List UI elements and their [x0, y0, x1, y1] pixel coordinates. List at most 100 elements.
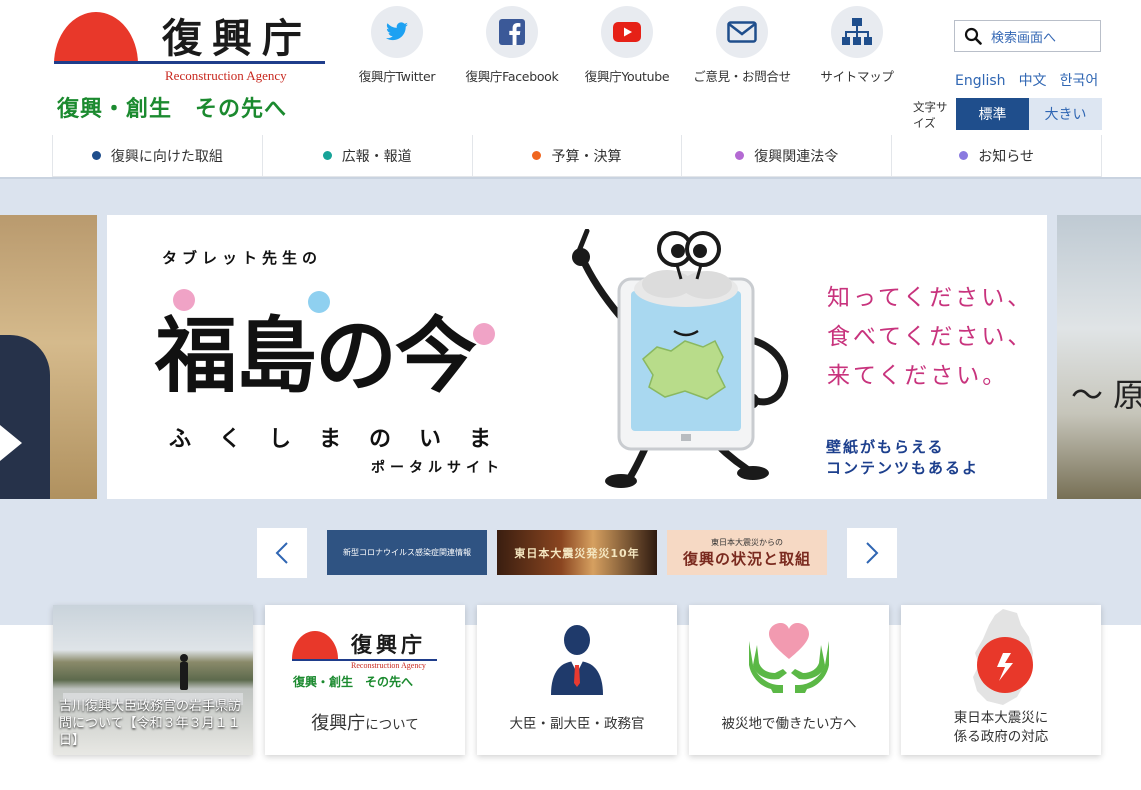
logo-rule: [54, 61, 325, 64]
slide-message-line: 来てください。: [827, 363, 1009, 389]
hero-slide-fukushima[interactable]: タブレット先生の 福島の今 ふくしまのいま ポータルサイト 知ってください、 食…: [107, 215, 1047, 499]
nav-label: 復興に向けた取組: [110, 148, 223, 165]
slide-kicker: タブレット先生の: [162, 249, 323, 267]
person-figure: [180, 654, 188, 690]
thumb-label-group: 東日本大震災からの 復興の状況と取組: [683, 537, 811, 569]
nav-label: 広報・報道: [341, 148, 412, 165]
card-logo-title: 復興庁: [351, 632, 426, 657]
agency-logo[interactable]: 復興庁 Reconstruction Agency: [54, 10, 329, 90]
nav-label: お知らせ: [978, 148, 1034, 165]
contact-link[interactable]: ご意見・お問合せ: [682, 6, 802, 85]
card-minister-visit[interactable]: 吉川復興大臣政務官の岩手県訪問について【令和３年３月１１日】: [53, 605, 253, 755]
nav-item-news[interactable]: お知らせ: [891, 135, 1102, 176]
thumb-label: 東日本大震災発災10年: [514, 546, 640, 560]
nav-label: 予算・決算: [551, 148, 622, 165]
card-caption: 復興庁について: [265, 714, 465, 735]
fontsize-standard-button[interactable]: 標準: [956, 98, 1029, 130]
card-work-in-area[interactable]: 被災地で働きたい方へ: [689, 605, 889, 755]
lang-chinese-link[interactable]: 中文: [1019, 73, 1047, 89]
chevron-right-icon: [866, 542, 879, 564]
carousel-next-button[interactable]: [847, 528, 897, 578]
carousel-prev-button[interactable]: [257, 528, 307, 578]
nav-label: 復興関連法令: [754, 148, 839, 165]
carousel-thumb-status[interactable]: 東日本大震災からの 復興の状況と取組: [667, 530, 827, 575]
nav-bullet-icon: [322, 151, 332, 160]
card-tagline: 復興・創生 その先へ: [293, 675, 414, 689]
facebook-label: 復興庁Facebook: [465, 69, 559, 84]
twitter-link[interactable]: 復興庁Twitter: [337, 6, 457, 85]
sitemap-label: サイトマップ: [820, 69, 894, 84]
contact-label: ご意見・お問合せ: [693, 69, 791, 84]
slide-message-line: 食べてください、: [827, 324, 1034, 350]
tohoku-map-icon: [973, 609, 1033, 705]
next-slide-preview[interactable]: ～ 原: [1057, 215, 1141, 499]
slide-title: 福島の今: [155, 309, 477, 404]
slide-message: 知ってください、 食べてください、 来てください。: [827, 279, 1033, 396]
card-caption: 東日本大震災に 係る政府の対応: [901, 709, 1101, 747]
global-nav: 復興に向けた取組 広報・報道 予算・決算 復興関連法令 お知らせ: [52, 135, 1102, 177]
slide-note-line: 壁紙がもらえる: [826, 438, 945, 456]
card-caption-line: 係る政府の対応: [953, 729, 1049, 745]
lang-english-link[interactable]: English: [955, 73, 1006, 89]
tablet-mascot-illustration: [572, 229, 789, 488]
language-links: English 中文 한국어: [955, 70, 1111, 90]
pink-dot: [473, 323, 495, 345]
tagline: 復興・創生 その先へ: [57, 96, 288, 122]
nav-item-laws[interactable]: 復興関連法令: [681, 135, 891, 176]
youtube-icon: [601, 6, 653, 58]
twitter-label: 復興庁Twitter: [358, 69, 436, 84]
card-caption-main: 復興庁: [311, 713, 366, 734]
carousel-thumb-covid[interactable]: 新型コロナウイルス感染症関連情報: [327, 530, 487, 575]
facebook-link[interactable]: 復興庁Facebook: [452, 6, 572, 85]
logo-subtitle: Reconstruction Agency: [165, 68, 287, 83]
slide-note: 壁紙がもらえる コンテンツもあるよ: [826, 437, 979, 479]
logo-title: 復興庁: [162, 15, 312, 62]
heart-hands-icon: [749, 623, 829, 693]
slide-note-line: コンテンツもあるよ: [826, 459, 980, 477]
fontsize-label: 文字サイズ: [913, 100, 948, 130]
nav-item-reconstruction[interactable]: 復興に向けた取組: [52, 135, 262, 176]
minister-icon: [551, 625, 603, 695]
card-caption: 被災地で働きたい方へ: [721, 716, 857, 732]
person-silhouette: [0, 335, 50, 499]
slide-message-line: 知ってください、: [827, 285, 1034, 311]
nav-item-budget[interactable]: 予算・決算: [471, 135, 682, 176]
collar-shape: [0, 425, 22, 461]
nav-bullet-icon: [735, 151, 745, 160]
card-ministers[interactable]: 大臣・副大臣・政務官: [477, 605, 677, 755]
thumb-label-main: 復興の状況と取組: [682, 549, 811, 568]
chevron-left-icon: [275, 542, 288, 564]
previous-slide-preview[interactable]: [0, 215, 97, 499]
youtube-label: 復興庁Youtube: [584, 69, 670, 84]
thumb-label-top: 東日本大震災からの: [710, 537, 783, 547]
card-caption: 大臣・副大臣・政務官: [509, 716, 645, 732]
carousel-thumb-10years[interactable]: 東日本大震災発災10年: [497, 530, 657, 575]
card-government-response[interactable]: 東日本大震災に 係る政府の対応: [901, 605, 1101, 755]
sitemap-link[interactable]: サイトマップ: [797, 6, 917, 85]
card-caption-suffix: について: [365, 717, 419, 733]
slide-portal: ポータルサイト: [371, 460, 504, 476]
card-logo-sun: [292, 631, 338, 659]
search-button[interactable]: 検索画面へ: [954, 20, 1101, 52]
nav-bullet-icon: [91, 151, 101, 160]
nav-item-press[interactable]: 広報・報道: [261, 135, 472, 176]
card-logo-subtitle: Reconstruction Agency: [351, 661, 426, 670]
rising-sun-logo-mark: [54, 12, 138, 64]
mail-icon: [716, 6, 768, 58]
lang-korean-link[interactable]: 한국어: [1060, 73, 1099, 89]
card-caption-line: 東日本大震災に: [953, 710, 1049, 726]
fontsize-large-button[interactable]: 大きい: [1029, 98, 1102, 130]
card-caption: 吉川復興大臣政務官の岩手県訪問について【令和３年３月１１日】: [59, 699, 242, 748]
search-icon: [955, 27, 991, 45]
nav-bullet-icon: [959, 151, 969, 160]
nav-bullet-icon: [532, 151, 542, 160]
slide-kana: ふくしまのいま: [169, 427, 520, 452]
search-label: 検索画面へ: [991, 30, 1057, 46]
card-about-agency[interactable]: 復興庁 Reconstruction Agency 復興・創生 その先へ 復興庁…: [265, 605, 465, 755]
youtube-link[interactable]: 復興庁Youtube: [567, 6, 687, 85]
thumb-label: 新型コロナウイルス感染症関連情報: [343, 548, 471, 557]
sitemap-icon: [831, 6, 883, 58]
twitter-icon: [371, 6, 423, 58]
facebook-icon: [486, 6, 538, 58]
next-slide-text: ～ 原: [1071, 376, 1141, 414]
